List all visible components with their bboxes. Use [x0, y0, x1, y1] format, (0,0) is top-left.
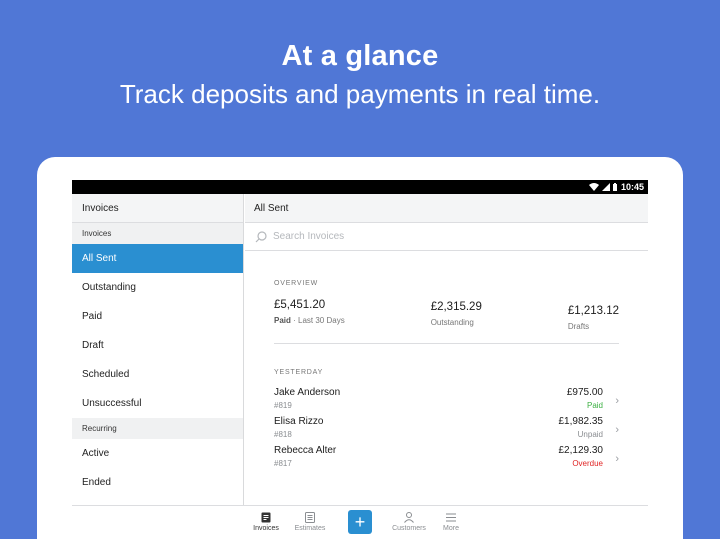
sidebar-item-active[interactable]: Active — [72, 439, 243, 468]
invoice-list: Jake Anderson #819 £975.00 Paid › Elisa … — [274, 387, 619, 474]
invoice-amount: £2,129.30 — [558, 445, 604, 456]
estimate-icon — [305, 512, 315, 523]
main-panel: All Sent OVERVIEW £5,451.20 Paid · Last … — [245, 194, 648, 505]
search-bar — [245, 223, 648, 251]
overview-label: OVERVIEW — [274, 280, 319, 287]
sidebar-item-paid[interactable]: Paid — [72, 302, 243, 331]
sidebar-item-unsuccessful[interactable]: Unsuccessful — [72, 389, 243, 418]
invoice-number: #819 — [274, 401, 292, 410]
invoice-number: #817 — [274, 459, 292, 468]
nav-more-label: More — [443, 525, 459, 532]
nav-estimates[interactable]: Estimates — [290, 512, 330, 532]
stat-paid: £5,451.20 Paid · Last 30 Days — [274, 299, 345, 343]
status-bar: 10:45 — [72, 180, 648, 194]
invoice-amount: £975.00 — [566, 387, 603, 398]
nav-invoices-label: Invoices — [253, 525, 279, 532]
overview-stats: £5,451.20 Paid · Last 30 Days £2,315.29 … — [274, 299, 619, 343]
stat-paid-label: Paid · Last 30 Days — [274, 316, 345, 325]
person-icon — [404, 512, 414, 523]
invoice-amount-block: £1,982.35 Unpaid › — [559, 416, 620, 445]
nav-estimates-label: Estimates — [294, 525, 326, 532]
sidebar: Invoices Invoices All Sent Outstanding P… — [72, 194, 244, 505]
sidebar-item-all-sent[interactable]: All Sent — [72, 244, 243, 273]
battery-icon — [612, 183, 617, 191]
nav-customers-label: Customers — [392, 525, 426, 532]
hero-subtitle: Track deposits and payments in real time… — [119, 79, 601, 109]
invoice-name: Jake Anderson — [274, 387, 341, 398]
invoice-amount-block: £2,129.30 Overdue › — [559, 445, 620, 474]
invoice-row[interactable]: Rebecca Alter #817 £2,129.30 Overdue › — [274, 445, 619, 474]
sidebar-header: Invoices — [72, 194, 243, 223]
search-icon — [255, 230, 267, 242]
group-label-yesterday: YESTERDAY — [274, 369, 324, 376]
nav-invoices[interactable]: Invoices — [246, 512, 286, 532]
search-input[interactable] — [273, 231, 573, 242]
main-title: All Sent — [245, 194, 648, 223]
menu-icon — [446, 513, 456, 522]
invoice-icon — [261, 512, 271, 523]
stat-drafts: £1,213.12 Drafts — [568, 299, 619, 343]
invoice-number: #818 — [274, 430, 292, 439]
sidebar-section-recurring: Recurring — [72, 418, 243, 439]
invoice-row[interactable]: Jake Anderson #819 £975.00 Paid › — [274, 387, 619, 416]
divider — [274, 343, 619, 344]
invoice-amount: £1,982.35 — [558, 416, 604, 427]
sidebar-item-ended[interactable]: Ended — [72, 468, 243, 497]
stat-outstanding-label: Outstanding — [430, 318, 474, 327]
add-button[interactable]: + — [348, 510, 372, 534]
nav-customers[interactable]: Customers — [389, 512, 429, 532]
invoice-customer: Rebecca Alter #817 — [274, 445, 336, 474]
invoice-status: Unpaid — [577, 430, 603, 439]
invoice-content: OVERVIEW £5,451.20 Paid · Last 30 Days £… — [245, 280, 648, 474]
app-screen: 10:45 Invoices Invoices All Sent Outstan… — [72, 180, 648, 539]
invoice-name: Rebecca Alter — [274, 445, 337, 456]
status-time: 10:45 — [620, 182, 644, 192]
chevron-right-icon: › — [615, 453, 619, 465]
stat-drafts-label: Drafts — [567, 322, 590, 331]
invoice-customer: Jake Anderson #819 — [274, 387, 340, 416]
invoice-amount-block: £975.00 Paid › — [567, 387, 619, 416]
invoice-status: Paid — [586, 401, 603, 410]
wifi-icon — [588, 183, 599, 191]
plus-icon: + — [354, 512, 366, 532]
app-body: Invoices Invoices All Sent Outstanding P… — [72, 194, 648, 539]
invoice-status: Overdue — [572, 459, 603, 468]
stat-paid-amount: £5,451.20 — [274, 299, 326, 311]
nav-more[interactable]: More — [431, 512, 471, 532]
sidebar-item-scheduled[interactable]: Scheduled — [72, 360, 243, 389]
invoice-row[interactable]: Elisa Rizzo #818 £1,982.35 Unpaid › — [274, 416, 619, 445]
chevron-right-icon: › — [615, 395, 619, 407]
sidebar-item-outstanding[interactable]: Outstanding — [72, 273, 243, 302]
chevron-right-icon: › — [615, 424, 619, 436]
bottom-nav: Invoices Estimates + Customers More — [72, 505, 648, 539]
stat-drafts-amount: £1,213.12 — [567, 305, 619, 317]
invoice-customer: Elisa Rizzo #818 — [274, 416, 323, 445]
sidebar-item-draft[interactable]: Draft — [72, 331, 243, 360]
sidebar-section-invoices: Invoices — [72, 223, 243, 244]
hero-title: At a glance — [281, 40, 439, 72]
signal-icon — [601, 183, 610, 191]
invoice-name: Elisa Rizzo — [274, 416, 324, 427]
stat-outstanding-amount: £2,315.29 — [430, 301, 482, 313]
stat-outstanding: £2,315.29 Outstanding — [431, 299, 482, 343]
